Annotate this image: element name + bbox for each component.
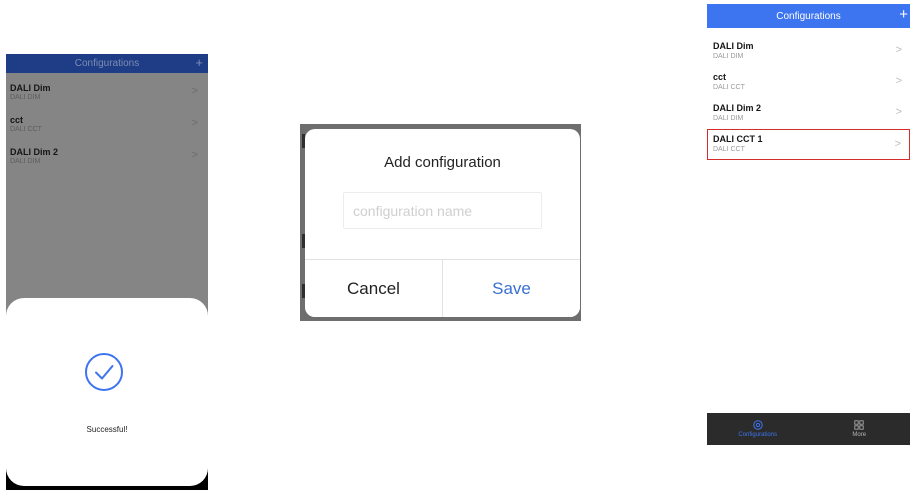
item-type: DALI DIM	[713, 53, 744, 60]
add-icon[interactable]: +	[195, 55, 203, 71]
dialog-title: Add configuration	[384, 154, 501, 171]
header-bar: Configurations +	[6, 54, 208, 73]
header-title: Configurations	[776, 10, 841, 22]
tab-configurations[interactable]: Configurations	[707, 413, 809, 445]
configuration-name-input[interactable]	[343, 192, 542, 229]
success-message: Successful!	[86, 425, 128, 434]
tab-label: Configurations	[738, 432, 778, 438]
list-item-highlighted[interactable]: DALI CCT 1 DALI CCT >	[707, 129, 910, 160]
chevron-right-icon: >	[191, 117, 198, 129]
add-configuration-screen: Add configuration Cancel Save	[300, 124, 581, 321]
header-bar: Configurations +	[707, 4, 910, 28]
chevron-right-icon: >	[895, 75, 902, 87]
list-item[interactable]: DALI Dim DALI DIM >	[707, 36, 910, 67]
success-sheet: Successful!	[6, 298, 208, 486]
list-item[interactable]: DALI Dim DALI DIM >	[6, 73, 208, 105]
add-icon[interactable]: +	[899, 6, 908, 24]
add-configuration-dialog: Add configuration Cancel Save	[305, 129, 580, 317]
chevron-right-icon: >	[191, 149, 198, 161]
item-name: DALI Dim 2	[10, 147, 59, 157]
configuration-list: DALI Dim DALI DIM > cct DALI CCT > DALI …	[6, 73, 208, 333]
header-title: Configurations	[74, 58, 140, 69]
item-type: DALI DIM	[10, 94, 41, 101]
tab-label: More	[852, 432, 867, 438]
bottom-tab-bar: Configurations More	[707, 413, 910, 445]
list-item[interactable]: cct DALI CCT >	[6, 105, 208, 137]
item-name: DALI Dim	[10, 83, 51, 93]
configuration-list: DALI Dim DALI DIM > cct DALI CCT > DALI …	[707, 36, 910, 160]
item-type: DALI DIM	[713, 115, 744, 122]
item-type: DALI CCT	[713, 84, 745, 91]
item-name: DALI Dim	[713, 41, 754, 51]
cancel-button[interactable]: Cancel	[305, 260, 443, 317]
item-name: cct	[713, 72, 727, 82]
item-name: DALI CCT 1	[713, 134, 763, 144]
check-circle-icon	[85, 353, 123, 391]
item-name: cct	[10, 115, 24, 125]
grid-icon	[854, 420, 864, 430]
save-button[interactable]: Save	[443, 260, 580, 317]
chevron-right-icon: >	[895, 44, 902, 56]
item-type: DALI CCT	[10, 126, 42, 133]
tab-more[interactable]: More	[809, 413, 910, 445]
list-item[interactable]: DALI Dim 2 DALI DIM >	[6, 137, 208, 169]
configurations-screen: Configurations + DALI Dim DALI DIM > cct…	[707, 4, 910, 445]
configurations-icon	[753, 420, 763, 430]
item-type: DALI DIM	[10, 158, 41, 165]
chevron-right-icon: >	[895, 106, 902, 118]
chevron-right-icon: >	[191, 85, 198, 97]
item-name: DALI Dim 2	[713, 103, 762, 113]
item-type: DALI CCT	[713, 146, 745, 153]
success-screen: Configurations + DALI Dim DALI DIM > cct…	[6, 54, 208, 490]
dialog-buttons: Cancel Save	[305, 259, 580, 317]
chevron-right-icon: >	[894, 138, 901, 150]
list-item[interactable]: cct DALI CCT >	[707, 67, 910, 98]
list-item[interactable]: DALI Dim 2 DALI DIM >	[707, 98, 910, 129]
